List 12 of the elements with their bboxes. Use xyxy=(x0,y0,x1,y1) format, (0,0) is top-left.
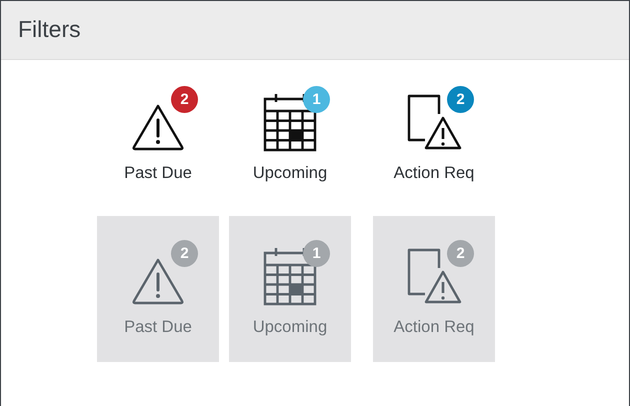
count-badge: 2 xyxy=(171,240,198,267)
filter-button[interactable]: 2 Past Due xyxy=(97,62,219,208)
warning-icon xyxy=(131,102,185,152)
count-badge: 2 xyxy=(447,86,474,113)
filter-button[interactable]: 2 Action Req xyxy=(373,62,495,208)
filter-button[interactable]: 1 Upcoming xyxy=(229,62,351,208)
count-badge: 1 xyxy=(303,240,330,267)
panel-title: Filters xyxy=(17,15,81,43)
count-badge: 2 xyxy=(447,240,474,267)
count-badge: 1 xyxy=(303,86,330,113)
count-badge: 2 xyxy=(171,86,198,113)
warning-icon xyxy=(131,256,185,306)
